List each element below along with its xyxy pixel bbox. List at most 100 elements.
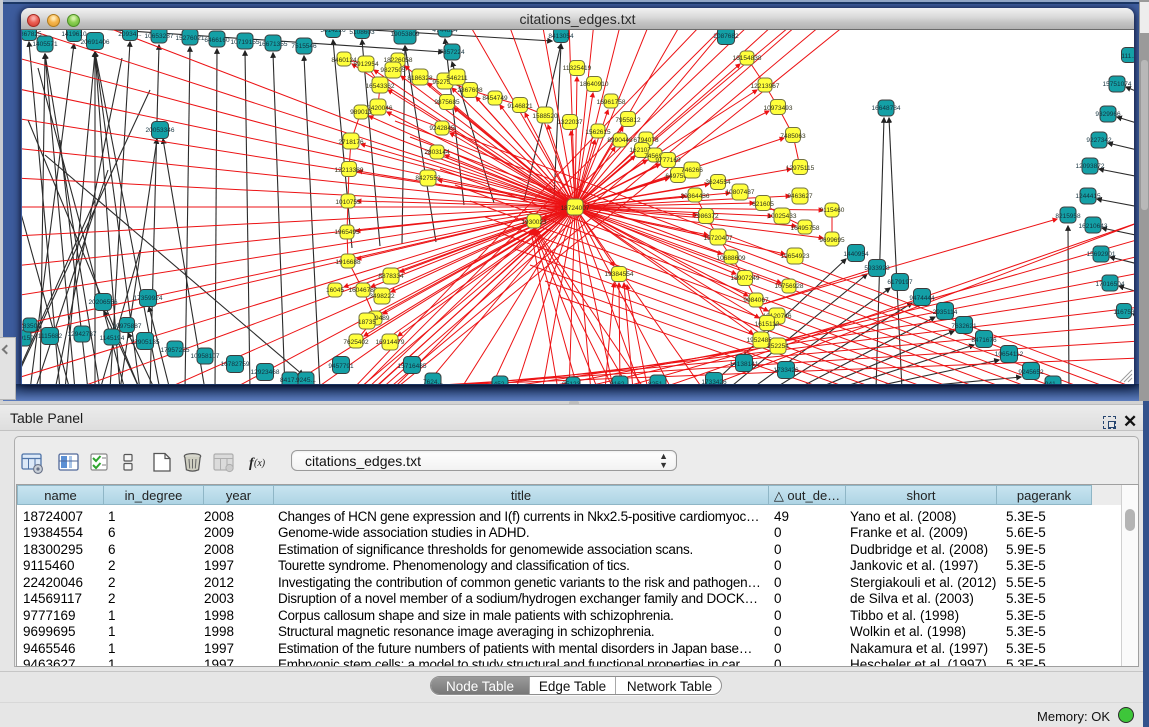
- svg-text:15716485: 15716485: [398, 363, 427, 370]
- svg-text:1440954: 1440954: [843, 251, 869, 258]
- svg-text:1244415: 1244415: [1075, 193, 1101, 200]
- svg-text:12975115: 12975115: [786, 165, 815, 172]
- svg-text:7986372: 7986372: [693, 213, 719, 220]
- svg-text:8215958: 8215958: [1055, 213, 1081, 220]
- svg-text:20934...: 20934...: [118, 31, 142, 38]
- svg-text:116753: 116753: [1113, 309, 1134, 316]
- svg-text:9242845: 9242845: [429, 125, 455, 132]
- svg-text:3498222: 3498222: [369, 293, 395, 300]
- svg-text:16495758: 16495758: [791, 225, 820, 232]
- svg-text:2718176: 2718176: [338, 139, 364, 146]
- svg-text:9827505: 9827505: [380, 67, 406, 74]
- svg-text:7632621: 7632621: [951, 323, 977, 330]
- svg-text:5933928: 5933928: [864, 265, 890, 272]
- svg-text:20364436: 20364436: [681, 193, 710, 200]
- svg-text:(x): (x): [254, 458, 266, 469]
- svg-text:18724007: 18724007: [561, 205, 590, 212]
- svg-text:1115682: 1115682: [38, 333, 63, 340]
- svg-text:5614226: 5614226: [320, 30, 346, 34]
- svg-text:8427552: 8427552: [415, 175, 441, 182]
- svg-text:1010755: 1010755: [335, 199, 361, 206]
- svg-text:16210643: 16210643: [1079, 223, 1108, 230]
- svg-text:14138141: 14138141: [730, 361, 759, 368]
- svg-text:546211: 546211: [446, 75, 468, 82]
- svg-text:9245652: 9245652: [1018, 369, 1044, 376]
- svg-text:8454749: 8454749: [482, 95, 508, 102]
- svg-text:17957225: 17957225: [161, 347, 190, 354]
- svg-text:9875685: 9875685: [434, 99, 460, 106]
- svg-text:2087682: 2087682: [713, 33, 739, 40]
- svg-text:10654112: 10654112: [995, 351, 1024, 358]
- svg-text:16045: 16045: [326, 287, 344, 294]
- svg-text:9227342: 9227342: [1086, 137, 1112, 144]
- svg-text:9457791: 9457791: [328, 363, 354, 370]
- svg-text:8990448: 8990448: [607, 137, 633, 144]
- svg-text:10653287: 10653287: [145, 33, 174, 40]
- svg-text:7624...: 7624...: [423, 379, 443, 384]
- svg-text:12905135: 12905135: [131, 339, 160, 346]
- svg-text:15692901: 15692901: [1087, 251, 1116, 258]
- svg-text:5108603: 5108603: [349, 30, 375, 36]
- svg-text:1588520: 1588520: [532, 113, 558, 120]
- svg-text:10025433: 10025433: [768, 213, 797, 220]
- svg-text:18735: 18735: [358, 319, 376, 326]
- svg-text:1452...: 1452...: [490, 381, 510, 384]
- svg-text:8413054: 8413054: [548, 33, 574, 40]
- svg-text:1965495: 1965495: [334, 229, 360, 236]
- svg-text:12093872: 12093872: [1076, 163, 1105, 170]
- svg-text:183501: 183501: [22, 323, 41, 330]
- svg-text:3624554: 3624554: [705, 179, 731, 186]
- svg-text:16961758: 16961758: [597, 99, 626, 106]
- svg-text:16782759: 16782759: [221, 361, 250, 368]
- svg-text:8471676: 8471676: [971, 337, 997, 344]
- svg-text:9777169: 9777169: [655, 157, 681, 164]
- svg-text:9474444: 9474444: [909, 295, 935, 302]
- svg-text:621605: 621605: [752, 201, 774, 208]
- svg-text:111...: 111...: [1121, 53, 1134, 60]
- svg-text:19053809: 19053809: [391, 31, 420, 38]
- svg-text:15720407: 15720407: [704, 235, 733, 242]
- svg-text:15751074: 15751074: [1103, 81, 1132, 88]
- svg-text:17016504: 17016504: [1096, 281, 1125, 288]
- svg-text:941...: 941...: [1045, 381, 1061, 384]
- svg-text:7955812: 7955812: [615, 117, 641, 124]
- svg-text:8878334: 8878334: [378, 273, 404, 280]
- svg-text:9146821: 9146821: [507, 103, 533, 110]
- svg-text:1322037: 1322037: [557, 119, 583, 126]
- svg-text:16914479: 16914479: [376, 339, 405, 346]
- svg-text:8186328: 8186328: [407, 75, 433, 82]
- svg-text:1916688: 1916688: [335, 259, 361, 266]
- svg-text:1419610: 1419610: [61, 31, 87, 38]
- svg-text:8251...: 8251...: [648, 381, 668, 384]
- svg-text:16543362: 16543362: [366, 83, 395, 90]
- svg-text:1145194: 1145194: [100, 335, 125, 342]
- svg-text:18640910: 18640910: [580, 81, 609, 88]
- svg-text:10807487: 10807487: [726, 189, 755, 196]
- svg-text:10688609: 10688609: [717, 255, 746, 262]
- svg-text:16154838: 16154838: [733, 55, 762, 62]
- svg-text:9115460: 9115460: [820, 207, 845, 214]
- svg-text:7485063: 7485063: [780, 133, 806, 140]
- svg-text:9245...: 9245...: [296, 377, 316, 384]
- svg-text:2935114: 2935114: [933, 309, 958, 316]
- svg-text:9084067: 9084067: [743, 297, 769, 304]
- svg-text:9699695: 9699695: [819, 237, 845, 244]
- svg-text:6466160: 6466160: [204, 37, 230, 44]
- svg-text:746266: 746266: [681, 167, 703, 174]
- svg-text:20691406: 20691406: [81, 39, 110, 46]
- svg-text:16671355: 16671355: [259, 41, 288, 48]
- svg-text:1615112: 1615112: [755, 321, 780, 328]
- svg-text:10719155: 10719155: [231, 39, 260, 46]
- svg-text:15276021: 15276021: [176, 35, 205, 42]
- svg-text:18907249: 18907249: [731, 275, 760, 282]
- svg-text:7515546: 7515546: [291, 43, 317, 50]
- svg-text:9329966: 9329966: [1095, 111, 1121, 118]
- svg-text:10958107: 10958107: [191, 353, 220, 360]
- svg-text:9463627: 9463627: [787, 193, 813, 200]
- svg-text:989013: 989013: [350, 109, 372, 116]
- svg-text:11325419: 11325419: [563, 65, 592, 72]
- svg-text:1930023: 1930023: [521, 219, 547, 226]
- svg-text:12213967: 12213967: [751, 83, 780, 90]
- svg-text:9162...: 9162...: [610, 381, 630, 384]
- svg-text:1733426: 1733426: [701, 379, 727, 384]
